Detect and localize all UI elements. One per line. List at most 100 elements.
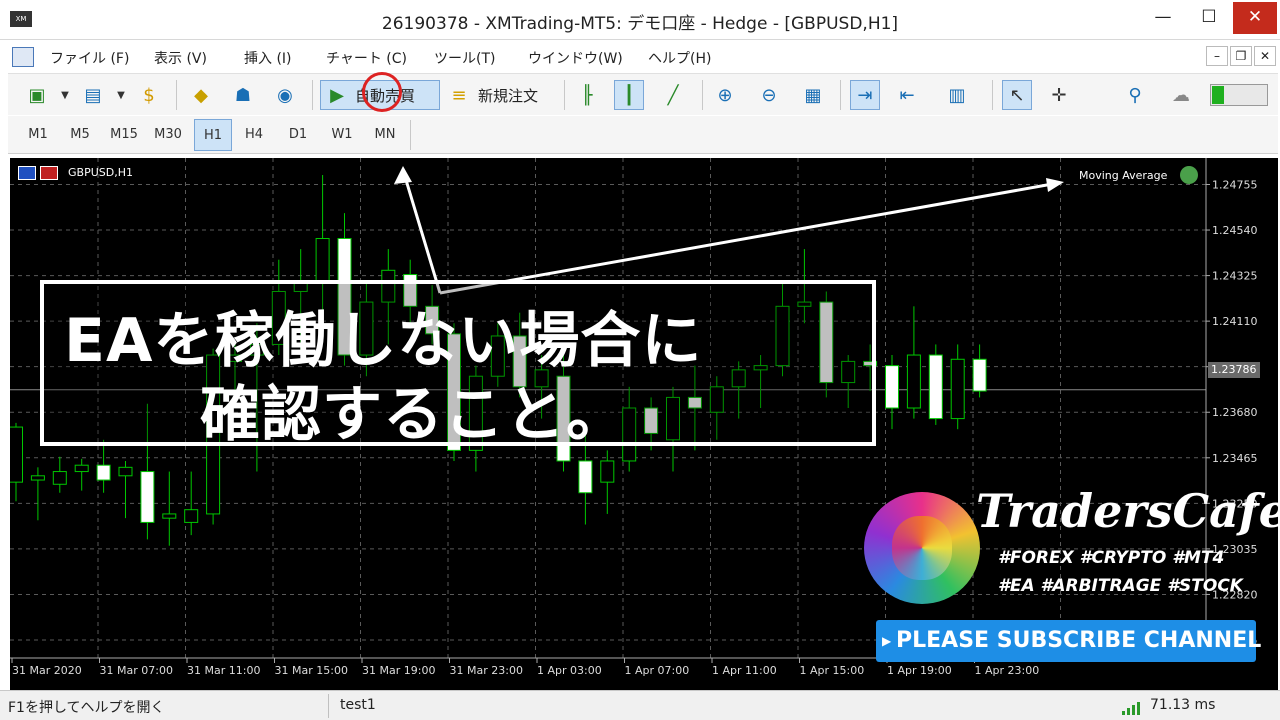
annotation-arrow-head bbox=[1046, 178, 1064, 192]
menu-help[interactable]: ヘルプ(H) bbox=[648, 48, 711, 68]
signals-icon[interactable]: ◉ bbox=[270, 80, 300, 110]
signal-strength-icon bbox=[1122, 699, 1144, 715]
subscribe-label: PLEASE SUBSCRIBE CHANNEL bbox=[896, 628, 1262, 653]
window-title: 26190378 - XMTrading-MT5: デモ口座 - Hedge -… bbox=[381, 14, 899, 34]
play-icon: ▶ bbox=[882, 634, 892, 648]
menu-tools[interactable]: ツール(T) bbox=[434, 48, 495, 68]
auto-scroll-icon[interactable]: ⇥ bbox=[850, 80, 880, 110]
minimize-button[interactable]: — bbox=[1141, 2, 1185, 34]
candle-body bbox=[96, 464, 111, 481]
new-chart-icon[interactable]: ▣ bbox=[22, 80, 52, 110]
candle-body bbox=[885, 365, 899, 409]
x-tick-label: 1 Apr 19:00 bbox=[887, 664, 952, 677]
title-bar: XM 26190378 - XMTrading-MT5: デモ口座 - Hedg… bbox=[0, 0, 1280, 40]
status-help-text: F1を押してヘルプを開く bbox=[8, 700, 165, 716]
connection-status-bar bbox=[1210, 84, 1268, 106]
status-bar: F1を押してヘルプを開く test1 71.13 ms bbox=[0, 690, 1280, 720]
y-tick-label: 1.23680 bbox=[1212, 406, 1258, 419]
menu-file[interactable]: ファイル (F) bbox=[50, 48, 129, 68]
lion-logo-avatar bbox=[864, 492, 980, 604]
chart-shift-icon[interactable]: ⇤ bbox=[892, 80, 922, 110]
candle-body bbox=[162, 513, 177, 519]
annotation-arrow-head bbox=[394, 166, 412, 184]
menu-window[interactable]: ウインドウ(W) bbox=[528, 48, 623, 68]
mdi-minimize-button[interactable]: – bbox=[1206, 46, 1228, 66]
bar-chart-icon[interactable]: ╟ bbox=[572, 80, 602, 110]
x-tick-label: 31 Mar 15:00 bbox=[275, 664, 348, 677]
subscribe-button[interactable]: ▶ PLEASE SUBSCRIBE CHANNEL bbox=[876, 620, 1261, 662]
mdi-close-button[interactable]: ✕ bbox=[1254, 46, 1276, 66]
x-tick-label: 1 Apr 11:00 bbox=[712, 664, 777, 677]
tf-d1[interactable]: D1 bbox=[279, 119, 317, 151]
crosshair-icon[interactable]: ✛ bbox=[1044, 80, 1074, 110]
templates-icon[interactable]: ▥ bbox=[942, 80, 972, 110]
x-tick-label: 1 Apr 15:00 bbox=[800, 664, 865, 677]
tf-h4[interactable]: H4 bbox=[235, 119, 273, 151]
caption-box: EAを稼働しない場合に 確認すること。 bbox=[40, 280, 876, 450]
tf-h1[interactable]: H1 bbox=[194, 119, 232, 151]
menu-chart[interactable]: チャート (C) bbox=[326, 48, 407, 68]
timeframe-toolbar: M1 M5 M15 M30 H1 H4 D1 W1 MN bbox=[8, 116, 1278, 154]
zoom-in-icon[interactable]: ⊕ bbox=[710, 80, 740, 110]
zoom-out-icon[interactable]: ⊖ bbox=[754, 80, 784, 110]
y-tick-label: 1.24755 bbox=[1212, 178, 1258, 191]
menu-view[interactable]: 表示 (V) bbox=[154, 48, 207, 68]
toolbar-separator bbox=[312, 80, 313, 110]
x-tick-label: 1 Apr 23:00 bbox=[975, 664, 1040, 677]
chat-icon[interactable]: ☁ bbox=[1166, 80, 1196, 110]
tf-m30[interactable]: M30 bbox=[149, 119, 187, 151]
x-tick-label: 31 Mar 23:00 bbox=[450, 664, 523, 677]
account-icon[interactable]: ☗ bbox=[228, 80, 258, 110]
tf-m5[interactable]: M5 bbox=[61, 119, 99, 151]
mdi-restore-button[interactable]: ❐ bbox=[1230, 46, 1252, 66]
status-separator bbox=[328, 694, 329, 718]
candle-body bbox=[184, 509, 199, 523]
current-price-tag: 1.23786 bbox=[1208, 362, 1260, 378]
y-tick-label: 1.24325 bbox=[1212, 270, 1258, 283]
chart-window-icon[interactable] bbox=[12, 47, 34, 67]
line-chart-icon[interactable]: ╱ bbox=[658, 80, 688, 110]
new-order-icon: ≡ bbox=[451, 84, 467, 106]
tile-windows-icon[interactable]: ▦ bbox=[798, 80, 828, 110]
candle-body bbox=[972, 358, 987, 392]
candle-body bbox=[578, 460, 593, 494]
x-tick-label: 31 Mar 19:00 bbox=[362, 664, 435, 677]
close-button[interactable]: ✕ bbox=[1233, 2, 1277, 34]
candle-body bbox=[10, 426, 23, 483]
maximize-button[interactable]: ☐ bbox=[1187, 2, 1231, 34]
tf-m15[interactable]: M15 bbox=[105, 119, 143, 151]
standard-toolbar: ▣ ▼ ▤ ▼ $ ◆ ☗ ◉ 自動売買 ▶ 新規注文 ≡ ╟ ┃ ╱ ⊕ ⊖ … bbox=[8, 73, 1278, 115]
navigator-icon[interactable]: ◆ bbox=[186, 80, 216, 110]
quick-trade-icon[interactable] bbox=[18, 166, 36, 180]
candle-body bbox=[928, 354, 943, 420]
profiles-icon[interactable]: ▤ bbox=[78, 80, 108, 110]
cursor-icon[interactable]: ↖ bbox=[1002, 80, 1032, 110]
toolbar-separator bbox=[702, 80, 703, 110]
chevron-down-icon[interactable]: ▼ bbox=[50, 80, 80, 110]
x-tick-label: 1 Apr 03:00 bbox=[537, 664, 602, 677]
candle-body bbox=[906, 354, 921, 409]
tf-w1[interactable]: W1 bbox=[323, 119, 361, 151]
tf-m1[interactable]: M1 bbox=[19, 119, 57, 151]
chart-window[interactable]: 1.247551.245401.243251.241101.238951.236… bbox=[10, 158, 1278, 690]
chevron-down-icon[interactable]: ▼ bbox=[106, 80, 136, 110]
highlight-circle bbox=[362, 72, 402, 112]
depth-of-market-icon[interactable] bbox=[40, 166, 58, 180]
tf-mn[interactable]: MN bbox=[366, 119, 404, 151]
candlestick-icon[interactable]: ┃ bbox=[614, 80, 644, 110]
candle-body bbox=[30, 475, 45, 481]
candle-body bbox=[140, 471, 155, 523]
candle-body bbox=[600, 460, 615, 483]
market-watch-icon[interactable]: $ bbox=[134, 80, 164, 110]
candle-body bbox=[315, 238, 330, 282]
search-icon[interactable]: ⚲ bbox=[1120, 80, 1150, 110]
y-tick-label: 1.24110 bbox=[1212, 315, 1258, 328]
status-profile: test1 bbox=[340, 697, 376, 713]
status-ping: 71.13 ms bbox=[1150, 697, 1216, 713]
menu-insert[interactable]: 挿入 (I) bbox=[244, 48, 292, 68]
candle-body bbox=[950, 358, 965, 420]
toolbar-separator bbox=[564, 80, 565, 110]
annotation-arrow-line bbox=[439, 181, 1059, 295]
brand-name: TradersCafe bbox=[976, 484, 1278, 538]
x-tick-label: 31 Mar 07:00 bbox=[100, 664, 173, 677]
